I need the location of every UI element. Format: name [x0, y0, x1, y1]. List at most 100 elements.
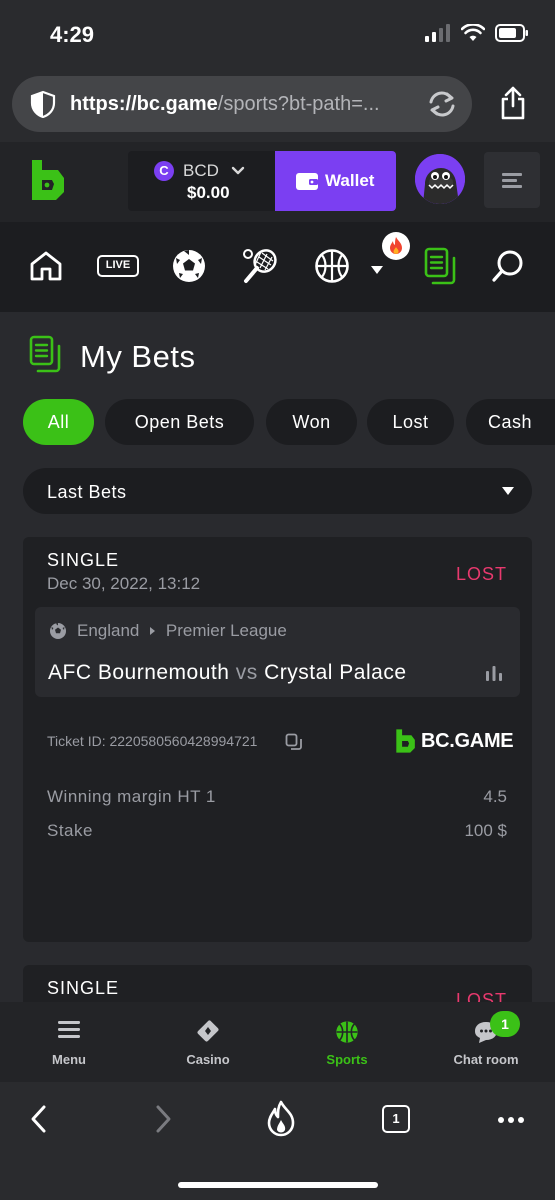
vs-label: vs [235, 661, 258, 684]
match-info[interactable]: England Premier League AFC Bournemouth v… [35, 607, 520, 697]
bet-date: Dec 30, 2022, 13:12 [47, 574, 201, 593]
bet-result: LOST [455, 990, 507, 1002]
home-icon [30, 251, 62, 281]
caret-down-icon [502, 487, 514, 495]
tab-sports[interactable]: Sports [278, 1002, 416, 1082]
currency-selector[interactable]: C BCD $0.00 [128, 151, 275, 211]
filter-lost[interactable]: Lost [367, 399, 454, 445]
bet-type: SINGLE [47, 978, 120, 998]
chat-unread-badge: 1 [490, 1011, 520, 1037]
hamburger-menu-icon [58, 1021, 80, 1038]
live-label: LIVE [105, 259, 131, 271]
match-teams: AFC Bournemouth vs Crystal Palace [48, 661, 407, 685]
wifi-icon [461, 24, 485, 41]
soccer-icon [50, 623, 66, 639]
copy-icon[interactable] [285, 733, 303, 751]
currency-code: BCD [183, 161, 219, 180]
url-field[interactable]: https://bc.game/sports?bt-path=... [12, 76, 472, 132]
tab-casino-label: Casino [186, 1052, 230, 1067]
live-button[interactable]: LIVE [96, 246, 140, 286]
balance-amount: $0.00 [187, 183, 230, 202]
bet-card[interactable]: SINGLE LOST [23, 965, 532, 1002]
away-team: Crystal Palace [264, 661, 407, 684]
tabs-button[interactable]: 1 [382, 1105, 410, 1133]
sports-nav: LIVE [0, 222, 555, 312]
tab-casino[interactable]: Casino [139, 1002, 277, 1082]
fire-badge[interactable] [382, 232, 410, 260]
avatar[interactable] [415, 154, 465, 204]
home-button[interactable] [26, 246, 66, 286]
filter-cash-out[interactable]: Cash [466, 399, 555, 445]
bc-logo-icon [396, 729, 415, 753]
status-bar: 4:29 [0, 0, 555, 66]
market-label: Winning margin HT 1 [47, 787, 216, 806]
filter-all[interactable]: All [23, 399, 94, 445]
reload-icon[interactable] [426, 89, 458, 119]
casino-cards-icon [197, 1020, 219, 1042]
tab-menu[interactable]: Menu [0, 1002, 138, 1082]
tab-chat-label: Chat room [453, 1052, 519, 1067]
market-odds: 4.5 [483, 787, 507, 806]
wallet-icon [296, 173, 318, 190]
bet-result: LOST [455, 564, 507, 584]
betslip-icon [424, 247, 456, 285]
dropdown-selected: Last Bets [47, 482, 127, 502]
country-name: England [77, 621, 140, 640]
basketball-button[interactable] [312, 246, 352, 286]
shield-icon [30, 90, 56, 118]
bc-logo-icon[interactable] [28, 158, 66, 202]
cellular-signal-icon [425, 24, 450, 42]
site-header: C BCD $0.00 Wallet [0, 142, 555, 222]
betslip-icon [29, 335, 61, 373]
filter-open-bets[interactable]: Open Bets [105, 399, 254, 445]
my-bets-content: My Bets All Open Bets Won Lost Cash Last… [0, 312, 555, 1002]
home-indicator [178, 1182, 378, 1188]
page-title: My Bets [80, 339, 196, 374]
wallet-button[interactable]: Wallet [275, 151, 396, 211]
filter-won[interactable]: Won [266, 399, 357, 445]
bet-type: SINGLE [47, 550, 120, 570]
soccer-icon [173, 250, 205, 282]
status-time: 4:29 [50, 22, 95, 47]
bcd-coin-icon: C [154, 161, 174, 181]
breadcrumb-arrow-icon [150, 627, 156, 635]
stats-icon[interactable] [485, 665, 503, 681]
search-icon [492, 250, 523, 282]
betslip-button[interactable] [420, 246, 460, 286]
url-path: /sports?bt-path=... [217, 93, 380, 115]
league-name: Premier League [165, 621, 287, 640]
tab-chat-room[interactable]: 1 Chat room [417, 1002, 555, 1082]
brand-wordmark: BC.GAME [421, 730, 514, 752]
flame-icon[interactable] [266, 1100, 296, 1138]
battery-icon [495, 24, 528, 42]
league-path: England Premier League [77, 621, 287, 641]
tabs-count: 1 [392, 1111, 400, 1126]
bet-card[interactable]: SINGLE Dec 30, 2022, 13:12 LOST England … [23, 537, 532, 942]
tennis-icon [243, 249, 277, 283]
forward-arrow-icon[interactable] [152, 1104, 174, 1134]
browser-address-bar: https://bc.game/sports?bt-path=... [0, 66, 555, 142]
soccer-button[interactable] [169, 246, 209, 286]
url-host: https://bc.game [70, 93, 218, 115]
chevron-down-icon [231, 166, 245, 175]
site-menu-button[interactable] [484, 152, 540, 208]
home-team: AFC Bournemouth [48, 661, 230, 684]
more-chevron-icon [371, 266, 383, 274]
basketball-icon [315, 249, 349, 283]
back-arrow-icon[interactable] [28, 1104, 50, 1134]
list-menu-icon [502, 173, 522, 188]
bet-filter-tabs: All Open Bets Won Lost Cash [23, 399, 555, 445]
bottom-tab-bar: Menu Casino Sports 1 Chat room [0, 1002, 555, 1082]
live-icon: LIVE [97, 255, 139, 277]
wallet-label: Wallet [325, 171, 375, 190]
stake-label: Stake [47, 821, 93, 840]
search-button[interactable] [488, 246, 528, 286]
share-icon[interactable] [499, 86, 527, 120]
bets-period-dropdown[interactable]: Last Bets [23, 468, 532, 514]
fire-icon [390, 237, 402, 254]
tennis-button[interactable] [240, 246, 280, 286]
basketball-icon [336, 1021, 358, 1043]
safari-toolbar: 1 [0, 1082, 555, 1200]
more-dots-icon[interactable] [497, 1116, 525, 1124]
status-icons [425, 24, 529, 42]
